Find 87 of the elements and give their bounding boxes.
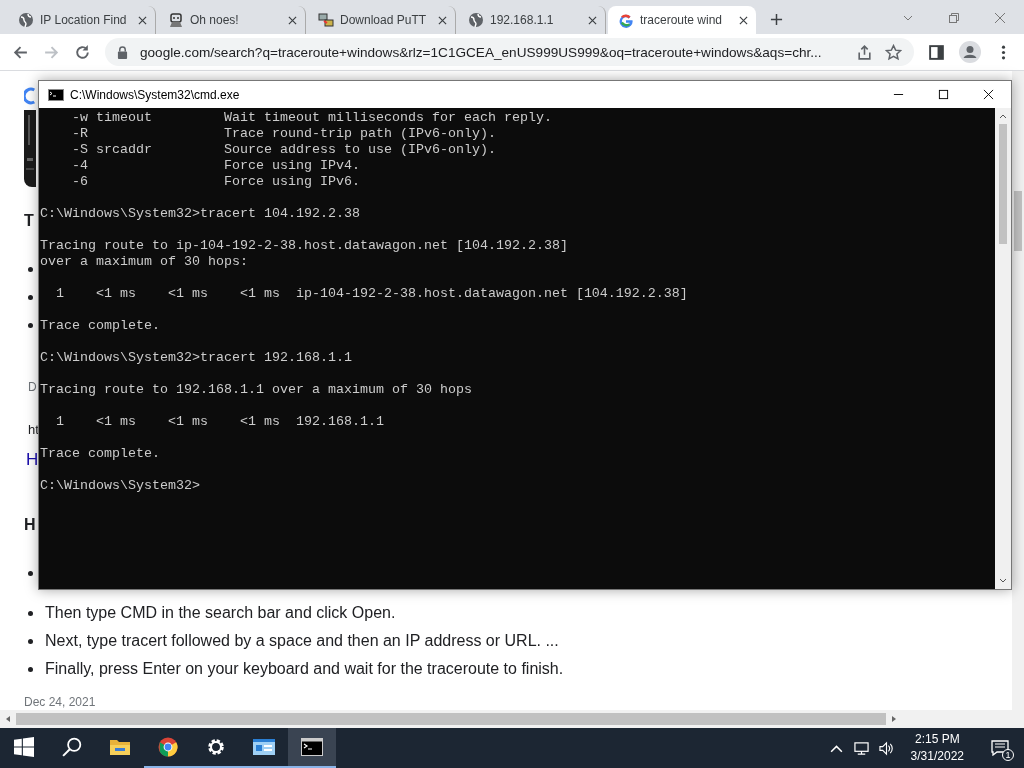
tab-title: 192.168.1.1 — [490, 13, 555, 27]
close-icon[interactable] — [739, 15, 748, 25]
network-icon[interactable] — [853, 740, 869, 756]
list-item-text: Finally, press Enter on your keyboard and wait for the traceroute to finish. — [45, 660, 564, 678]
date-text: Dec 24, 2021 — [24, 695, 96, 709]
tab-title: IP Location Find — [40, 13, 128, 27]
scroll-thumb[interactable] — [1014, 191, 1022, 251]
arrow-right-icon[interactable] — [890, 715, 898, 723]
close-icon[interactable] — [588, 15, 597, 25]
scrollbar[interactable] — [995, 108, 1011, 589]
side-panel-icon[interactable] — [928, 43, 945, 61]
arrow-down-icon[interactable] — [999, 577, 1007, 585]
terminal-icon — [48, 88, 64, 101]
bullet-dot — [28, 294, 33, 300]
star-icon[interactable] — [885, 43, 902, 61]
bullet-dot — [28, 570, 33, 576]
robot-icon — [168, 12, 184, 28]
console-line: 1 <1 ms <1 ms <1 ms ip-104-192-2-38.host.datawagon.net [104.192.2.38] — [55, 286, 689, 302]
close-icon[interactable] — [438, 15, 447, 25]
window-title: C:\Windows\System32\cmd.exe — [70, 87, 240, 102]
window-icon — [253, 737, 275, 757]
maximize-icon[interactable] — [938, 89, 949, 100]
console-line: Tracing route to ip-104-192-2-38.host.datawagon.net [104.192.2.38] — [40, 238, 569, 254]
windows-icon — [13, 737, 35, 757]
console-line: -R Trace round-trip path (IPv6-only). — [71, 126, 497, 142]
bullet-dot — [28, 666, 33, 672]
notification-count: 1 — [1002, 749, 1014, 761]
vertical-scrollbar[interactable] — [1012, 71, 1024, 710]
address-bar[interactable]: google.com/search?q=traceroute+windows&rlz=1C1GCEA_enUS999US999&oq=traceroute+windows&aqs=chr... — [105, 38, 914, 66]
globe-icon — [468, 12, 484, 28]
scroll-thumb[interactable] — [16, 713, 886, 725]
source-text: D — [27, 379, 37, 395]
taskbar-button[interactable] — [288, 728, 336, 768]
date-text: 3/31/2022 — [910, 748, 964, 765]
profile-icon[interactable] — [959, 41, 981, 63]
console-line: Trace complete. — [40, 446, 161, 462]
search-icon — [61, 737, 83, 757]
gear-icon — [205, 737, 227, 757]
close-icon[interactable] — [983, 89, 994, 100]
bullet-dot — [28, 322, 33, 328]
folder-icon — [109, 737, 131, 757]
close-icon[interactable] — [138, 15, 147, 25]
new-tab-icon[interactable] — [770, 13, 783, 26]
time-text: 2:15 PM — [914, 731, 960, 748]
terminal-icon — [301, 737, 323, 757]
console-line: 1 <1 ms <1 ms <1 ms 192.168.1.1 — [55, 414, 385, 430]
console-line: -4 Force using IPv4. — [71, 158, 361, 174]
result-link[interactable]: H — [24, 447, 39, 473]
url-text: google.com/search?q=traceroute+windows&rlz=1C1GCEA_enUS999US999&oq=traceroute+windows&aqs=chr... — [140, 44, 823, 60]
google-icon — [618, 12, 634, 28]
console-line: C:\Windows\System32>tracert 104.192.2.38 — [40, 206, 361, 222]
horizontal-scrollbar[interactable] — [0, 710, 1024, 728]
bullet-dot — [28, 266, 33, 272]
clock[interactable]: 2:15 PM 3/31/2022 — [898, 728, 976, 768]
share-icon[interactable] — [856, 43, 873, 61]
console-line: Tracing route to 192.168.1.1 over a maximum of 30 hops — [40, 382, 473, 398]
tab-title: Download PuTT — [340, 13, 428, 27]
browser-tab[interactable]: traceroute wind — [608, 6, 756, 34]
restore-icon[interactable] — [948, 12, 960, 24]
heading-text: H — [24, 515, 36, 535]
chrome-icon — [157, 737, 179, 757]
tab-title: traceroute wind — [640, 13, 724, 27]
tab-title: Oh noes! — [190, 13, 240, 27]
close-icon[interactable] — [288, 15, 297, 25]
heading-text: T — [24, 211, 34, 231]
bullet-dot — [28, 610, 33, 616]
console-line: C:\Windows\System32> — [40, 478, 201, 494]
globe-icon — [18, 12, 34, 28]
arrow-left-icon[interactable] — [4, 715, 12, 723]
console-line: -w timeout Wait timeout milliseconds for each reply. — [71, 110, 553, 126]
notification-icon[interactable] — [991, 740, 1009, 756]
list-item-text: Then type CMD in the search bar and click Open. — [45, 604, 396, 622]
volume-icon[interactable] — [878, 740, 894, 756]
arrow-up-icon[interactable] — [999, 112, 1007, 120]
logo-icon — [24, 85, 36, 107]
bullet-dot — [28, 638, 33, 644]
list-item-text: Next, type tracert followed by a space and then an IP address or URL. ... — [45, 632, 559, 650]
console-line: C:\Windows\System32>tracert 192.168.1.1 — [40, 350, 353, 366]
console-line: over a maximum of 30 hops: — [40, 254, 249, 270]
lock-icon — [117, 45, 128, 59]
scroll-thumb[interactable] — [999, 124, 1007, 244]
console-line: -6 Force using IPv6. — [71, 174, 361, 190]
console-line: Trace complete. — [40, 318, 161, 334]
console-line: -S srcaddr Source address to use (IPv6-only). — [71, 142, 497, 158]
reload-icon[interactable] — [74, 43, 91, 61]
source-url: ht — [27, 421, 39, 439]
computers-icon — [318, 12, 334, 28]
